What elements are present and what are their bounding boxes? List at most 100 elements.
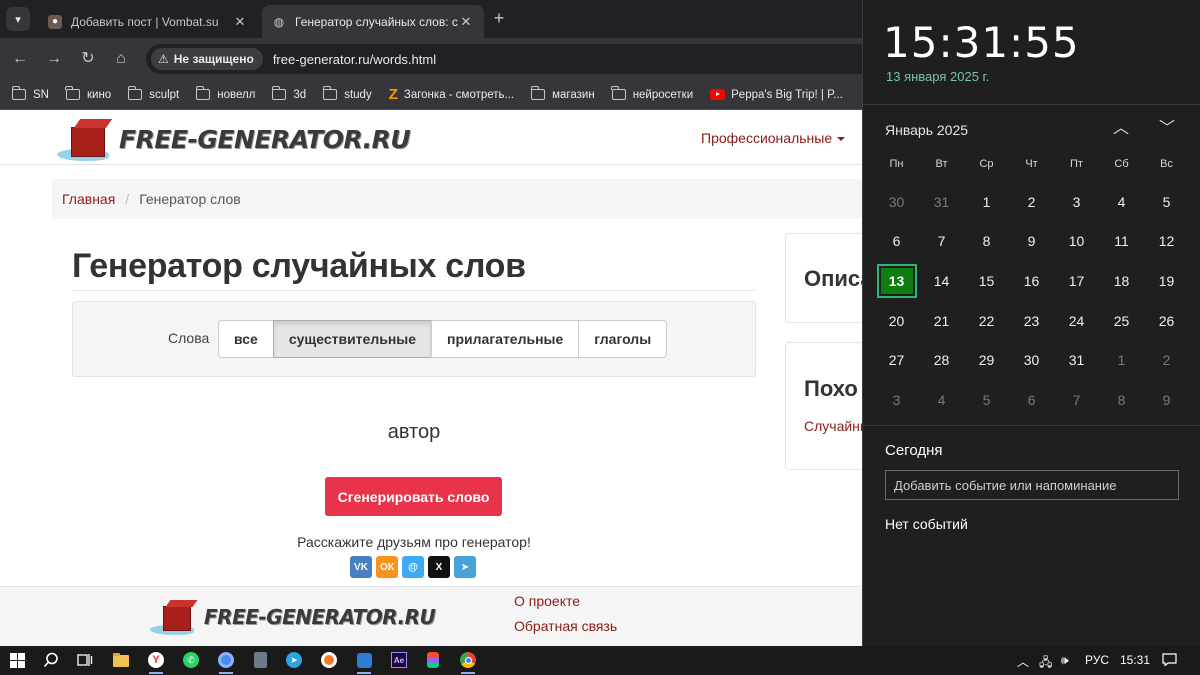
whatsapp-icon[interactable]: ✆ xyxy=(182,651,200,669)
after-effects-icon[interactable]: Ae xyxy=(390,651,408,669)
calendar-day[interactable]: 7 xyxy=(919,222,964,262)
breadcrumb-home-link[interactable]: Главная xyxy=(62,191,115,207)
odnoklassniki-share-icon[interactable]: ОК xyxy=(376,556,398,578)
bookmark-folder[interactable]: магазин xyxy=(530,86,595,101)
calculator-icon[interactable] xyxy=(251,651,269,669)
taskbar-clock[interactable]: 15:31 xyxy=(1120,653,1150,667)
add-event-input[interactable]: Добавить событие или напоминание xyxy=(885,470,1179,500)
bookmark-folder[interactable]: нейросетки xyxy=(611,86,693,101)
new-tab-button[interactable]: + xyxy=(488,8,510,30)
yandex-browser-icon[interactable]: Y xyxy=(147,651,165,674)
home-icon[interactable]: ⌂ xyxy=(110,48,132,70)
clock-date-link[interactable]: 13 января 2025 г. xyxy=(886,69,989,84)
network-icon[interactable]: 🖧 xyxy=(1039,653,1052,674)
tab-vombat[interactable]: ● Добавить пост | Vombat.su ✕ xyxy=(38,5,258,38)
calendar-day[interactable]: 26 xyxy=(1144,301,1189,341)
filter-adjectives-button[interactable]: прилагательные xyxy=(431,320,580,358)
vk-share-icon[interactable]: VK xyxy=(350,556,372,578)
chevron-down-icon[interactable]: ﹀ xyxy=(1155,117,1179,141)
volume-icon[interactable]: 🕪 xyxy=(1061,653,1069,668)
calendar-day[interactable]: 4 xyxy=(919,380,964,420)
footer-logo[interactable]: FREE-GENERATOR.RU xyxy=(150,597,436,637)
calendar-day[interactable]: 15 xyxy=(964,261,1009,301)
search-icon[interactable] xyxy=(42,651,60,669)
calendar-day[interactable]: 2 xyxy=(1144,340,1189,380)
calendar-day[interactable]: 31 xyxy=(1054,340,1099,380)
calendar-day[interactable]: 5 xyxy=(1144,182,1189,222)
calendar-day[interactable]: 20 xyxy=(874,301,919,341)
calendar-day[interactable]: 4 xyxy=(1099,182,1144,222)
tab-close-icon[interactable]: ✕ xyxy=(458,14,474,30)
bookmark-folder[interactable]: sculpt xyxy=(127,86,179,101)
calendar-day[interactable]: 11 xyxy=(1099,222,1144,262)
app-blue-icon[interactable] xyxy=(355,651,373,674)
calendar-day[interactable]: 12 xyxy=(1144,222,1189,262)
calendar-day[interactable]: 22 xyxy=(964,301,1009,341)
calendar-day[interactable]: 31 xyxy=(919,182,964,222)
windows-start-icon[interactable] xyxy=(8,651,26,669)
calendar-day[interactable]: 19 xyxy=(1144,261,1189,301)
show-hidden-icons-chevron-icon[interactable]: ︿ xyxy=(1017,653,1029,670)
figma-icon[interactable] xyxy=(424,651,442,669)
calendar-day[interactable]: 29 xyxy=(964,340,1009,380)
blender-icon[interactable] xyxy=(320,651,338,669)
calendar-day[interactable]: 27 xyxy=(874,340,919,380)
calendar-day[interactable]: 17 xyxy=(1054,261,1099,301)
calendar-day[interactable]: 30 xyxy=(1009,340,1054,380)
bookmark-folder[interactable]: кино xyxy=(65,86,111,101)
tab-close-icon[interactable]: ✕ xyxy=(232,14,248,30)
calendar-day[interactable]: 8 xyxy=(1099,380,1144,420)
site-logo[interactable]: FREE-GENERATOR.RU xyxy=(55,115,411,163)
forward-icon[interactable]: → xyxy=(43,48,65,70)
generate-word-button[interactable]: Сгенерировать слово xyxy=(325,477,502,516)
calendar-day[interactable]: 3 xyxy=(1054,182,1099,222)
chevron-up-icon[interactable]: ︿ xyxy=(1109,117,1133,141)
bookmark-youtube[interactable]: Peppa's Big Trip! | P... xyxy=(710,89,843,101)
calendar-day[interactable]: 21 xyxy=(919,301,964,341)
language-indicator[interactable]: РУС xyxy=(1085,653,1109,667)
calendar-day[interactable]: 1 xyxy=(1099,340,1144,380)
chrome-icon[interactable] xyxy=(459,651,477,674)
footer-feedback-link[interactable]: Обратная связь xyxy=(514,618,617,634)
nav-professional-dropdown[interactable]: Профессиональные xyxy=(701,130,846,146)
calendar-day-today[interactable]: 13 xyxy=(874,261,919,301)
file-explorer-icon[interactable] xyxy=(112,651,130,669)
bookmark-zagonka[interactable]: Z Загонка - смотреть... xyxy=(389,86,514,103)
calendar-day[interactable]: 16 xyxy=(1009,261,1054,301)
moimir-share-icon[interactable]: @ xyxy=(402,556,424,578)
calendar-day[interactable]: 24 xyxy=(1054,301,1099,341)
calendar-day[interactable]: 8 xyxy=(964,222,1009,262)
filter-all-button[interactable]: все xyxy=(218,320,274,358)
chromium-icon[interactable] xyxy=(217,651,235,674)
calendar-day[interactable]: 9 xyxy=(1144,380,1189,420)
month-title[interactable]: Январь 2025 xyxy=(885,122,968,138)
calendar-day[interactable]: 7 xyxy=(1054,380,1099,420)
filter-verbs-button[interactable]: глаголы xyxy=(578,320,668,358)
url-text[interactable]: free-generator.ru/words.html xyxy=(273,52,436,67)
telegram-icon[interactable]: ➤ xyxy=(285,651,303,669)
calendar-day[interactable]: 6 xyxy=(874,222,919,262)
calendar-day[interactable]: 14 xyxy=(919,261,964,301)
notification-center-icon[interactable] xyxy=(1162,653,1177,669)
filter-nouns-button[interactable]: существительные xyxy=(272,320,433,358)
address-bar[interactable]: ⚠ Не защищено free-generator.ru/words.ht… xyxy=(146,44,886,74)
reload-icon[interactable]: ↻ xyxy=(77,48,99,70)
calendar-day[interactable]: 10 xyxy=(1054,222,1099,262)
calendar-day[interactable]: 28 xyxy=(919,340,964,380)
bookmark-folder[interactable]: SN xyxy=(11,86,49,101)
calendar-day[interactable]: 23 xyxy=(1009,301,1054,341)
tab-search-button[interactable]: ▾ xyxy=(6,7,30,31)
bookmark-folder[interactable]: study xyxy=(322,86,372,101)
back-icon[interactable]: ← xyxy=(9,48,31,70)
calendar-day[interactable]: 6 xyxy=(1009,380,1054,420)
calendar-day[interactable]: 9 xyxy=(1009,222,1054,262)
security-chip[interactable]: ⚠ Не защищено xyxy=(151,48,263,70)
footer-about-link[interactable]: О проекте xyxy=(514,593,580,609)
calendar-day[interactable]: 25 xyxy=(1099,301,1144,341)
calendar-day[interactable]: 5 xyxy=(964,380,1009,420)
telegram-share-icon[interactable]: ➤ xyxy=(454,556,476,578)
sidebar-similar-link[interactable]: Случайны xyxy=(804,418,862,434)
calendar-day[interactable]: 18 xyxy=(1099,261,1144,301)
calendar-day[interactable]: 2 xyxy=(1009,182,1054,222)
x-share-icon[interactable]: X xyxy=(428,556,450,578)
